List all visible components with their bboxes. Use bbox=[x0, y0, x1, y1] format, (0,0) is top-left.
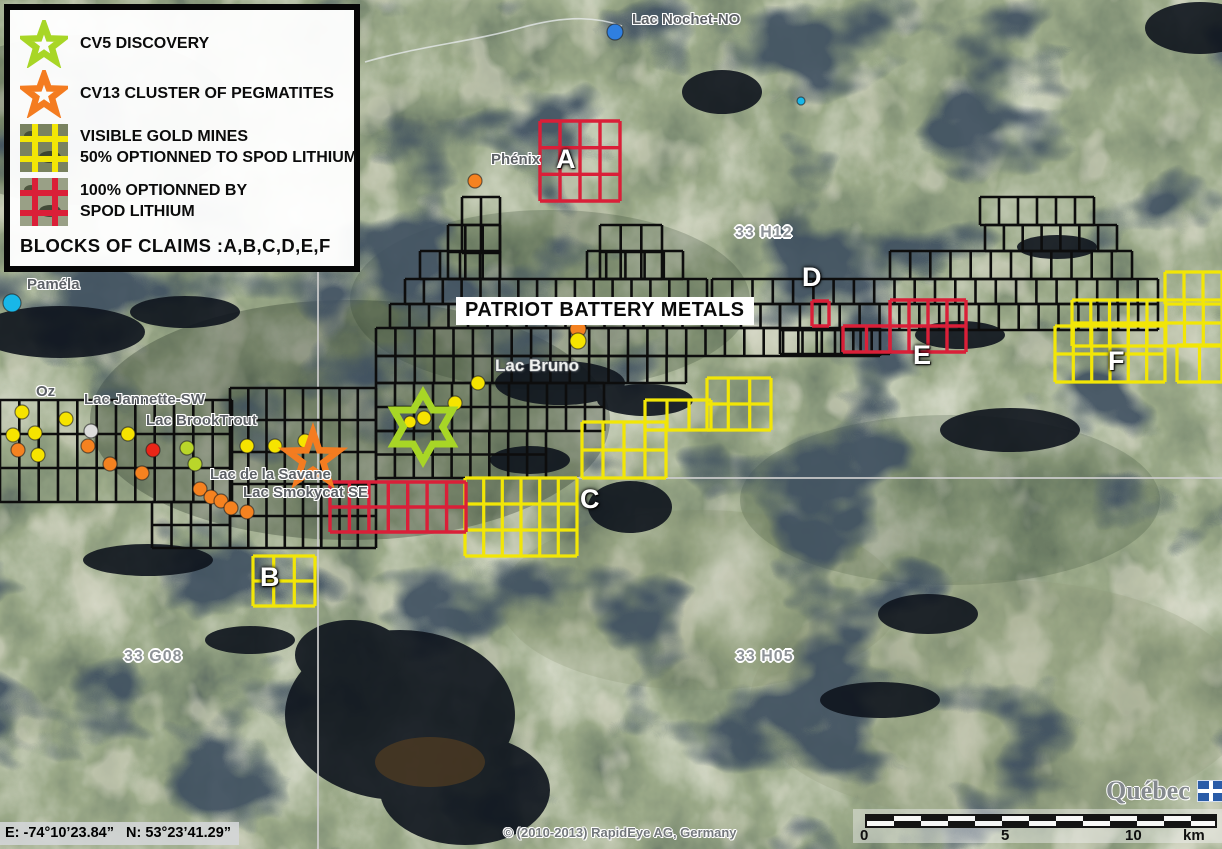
star-glyph bbox=[25, 25, 63, 61]
legend-item-label: CV13 CLUSTER OF PEGMATITES bbox=[80, 84, 334, 105]
copyright-text: © (2010-2013) RapidEye AG, Germany bbox=[455, 825, 785, 840]
grid-swatch-yellow-icon bbox=[20, 124, 68, 172]
legend-item: CV5 DISCOVERY bbox=[20, 20, 346, 68]
mineral-occurrence-dot bbox=[471, 376, 485, 390]
map-viewport[interactable]: CV5 DISCOVERY CV13 CLUSTER OF PEGMATITES V… bbox=[0, 0, 1222, 849]
mineral-occurrence-dot bbox=[146, 443, 160, 457]
legend-item: VISIBLE GOLD MINES50% OPTIONNED TO SPOD … bbox=[20, 124, 346, 172]
legend-item-label: 100% OPTIONNED BYSPOD LITHIUM bbox=[80, 181, 247, 223]
lake-shallow-edge bbox=[375, 737, 485, 787]
legend-items: CV5 DISCOVERY CV13 CLUSTER OF PEGMATITES V… bbox=[20, 20, 346, 226]
legend-item: 100% OPTIONNED BYSPOD LITHIUM bbox=[20, 178, 346, 226]
mineral-occurrence-dot bbox=[797, 97, 805, 105]
mineral-occurrence-dot bbox=[135, 466, 149, 480]
legend-item-label: CV5 DISCOVERY bbox=[80, 34, 209, 55]
project-label: PATRIOT BATTERY METALS bbox=[456, 297, 754, 325]
mineral-occurrence-dot bbox=[224, 501, 238, 515]
mineral-occurrence-dot bbox=[607, 24, 623, 40]
mineral-occurrence-dot bbox=[81, 439, 95, 453]
cv13-star-icon bbox=[20, 70, 68, 118]
scale-tick-label: 0 bbox=[860, 827, 868, 844]
mineral-occurrence-dot bbox=[11, 443, 25, 457]
scale-bar: 0 5 10 km bbox=[853, 809, 1222, 843]
scale-tick-label: 10 bbox=[1125, 827, 1142, 844]
cv5-star-icon bbox=[20, 20, 68, 68]
mineral-occurrence-dot bbox=[84, 424, 98, 438]
swatch-terrain-bg bbox=[20, 178, 68, 226]
mineral-occurrence-dot bbox=[240, 505, 254, 519]
legend-footer: BLOCKS OF CLAIMS :A,B,C,D,E,F bbox=[20, 235, 346, 257]
project-label-text: PATRIOT BATTERY METALS bbox=[465, 299, 745, 321]
quebec-logo-text: Québec bbox=[1106, 776, 1190, 806]
quebec-flag-icon bbox=[1197, 780, 1222, 802]
quebec-logo: Québec bbox=[1106, 776, 1222, 806]
mineral-occurrence-dot bbox=[268, 439, 282, 453]
swatch-terrain-bg bbox=[20, 124, 68, 172]
mineral-occurrence-dot bbox=[3, 294, 21, 312]
star-glyph bbox=[25, 75, 63, 111]
legend: CV5 DISCOVERY CV13 CLUSTER OF PEGMATITES V… bbox=[4, 4, 360, 272]
legend-item: CV13 CLUSTER OF PEGMATITES bbox=[20, 70, 346, 118]
mineral-occurrence-dot bbox=[121, 427, 135, 441]
mineral-occurrence-dot bbox=[570, 333, 586, 349]
mineral-occurrence-dot bbox=[417, 411, 431, 425]
scale-bar-ruler bbox=[865, 814, 1217, 828]
grid-swatch-red-icon bbox=[20, 178, 68, 226]
mineral-occurrence-dot bbox=[468, 174, 482, 188]
mineral-occurrence-dot bbox=[240, 439, 254, 453]
mineral-occurrence-dot bbox=[180, 441, 194, 455]
coordinates-readout: E: -74°10’23.84” N: 53°23’41.29” bbox=[0, 822, 239, 845]
scale-unit-label: km bbox=[1183, 827, 1205, 844]
mineral-occurrence-dot bbox=[103, 457, 117, 471]
mineral-occurrence-dot bbox=[15, 405, 29, 419]
scale-tick-label: 5 bbox=[1001, 827, 1009, 844]
mineral-occurrence-dot bbox=[59, 412, 73, 426]
mineral-occurrence-dot bbox=[188, 457, 202, 471]
legend-item-label: VISIBLE GOLD MINES50% OPTIONNED TO SPOD … bbox=[80, 127, 357, 169]
mineral-occurrence-dot bbox=[6, 428, 20, 442]
mineral-occurrence-dot bbox=[28, 426, 42, 440]
mineral-occurrence-dot bbox=[31, 448, 45, 462]
